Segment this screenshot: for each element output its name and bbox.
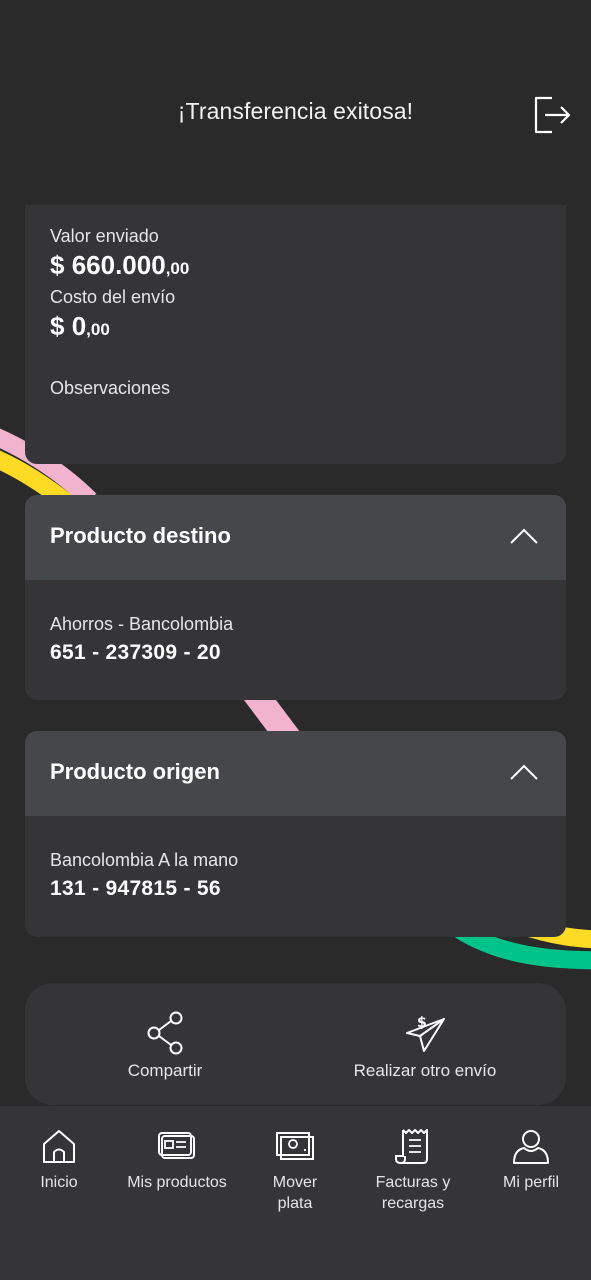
sent-value-label: Valor enviado <box>50 226 159 246</box>
origin-accordion-header[interactable]: Producto origen <box>25 731 566 816</box>
destination-account-type: Ahorros - Bancolombia <box>50 614 234 634</box>
transfer-summary-card: Valor enviado $ 660.000,00 Costo del env… <box>25 205 566 464</box>
chevron-up-icon[interactable] <box>509 761 539 783</box>
destination-accordion-header[interactable]: Producto destino <box>25 495 566 580</box>
share-label: Compartir <box>127 1061 203 1080</box>
header: ¡Transferencia exitosa! <box>0 0 591 205</box>
nav-item-home[interactable]: Inicio <box>0 1106 118 1236</box>
nav-label-products: Mis productos <box>127 1174 227 1191</box>
stripe-middle <box>244 700 300 732</box>
logout-icon[interactable] <box>530 94 572 136</box>
nav-item-products[interactable]: Mis productos <box>118 1106 236 1236</box>
nav-item-profile[interactable]: Mi perfil <box>472 1106 590 1236</box>
destination-title: Producto destino <box>50 523 231 548</box>
profile-icon <box>513 1130 549 1164</box>
nav-item-move-money[interactable]: Mover plata <box>236 1106 354 1236</box>
send-money-icon: $ <box>406 1015 445 1052</box>
destination-product-card: Producto destino Ahorros - Bancolombia 6… <box>25 495 566 700</box>
nav-item-bills[interactable]: Facturas y recargas <box>354 1106 472 1236</box>
notes-label: Observaciones <box>50 378 171 398</box>
svg-text:$: $ <box>417 1015 427 1031</box>
cost-amount: $ 0,00 <box>50 311 110 341</box>
bill-icon <box>395 1129 428 1165</box>
share-icon <box>147 1011 183 1055</box>
nav-label-move-money: Mover plata <box>272 1174 318 1212</box>
nav-label-bills: Facturas y recargas <box>375 1174 451 1212</box>
send-again-label: Realizar otro envío <box>353 1061 497 1080</box>
origin-product-card: Producto origen Bancolombia A la mano 13… <box>25 731 566 937</box>
home-icon <box>43 1130 75 1163</box>
destination-account-number: 651 - 237309 - 20 <box>50 641 221 664</box>
page-title: ¡Transferencia exitosa! <box>177 98 414 124</box>
chevron-up-icon[interactable] <box>509 525 539 547</box>
bottom-navigation: Inicio Mis productos Mover plata Factura… <box>0 1106 591 1280</box>
nav-label-profile: Mi perfil <box>502 1174 559 1191</box>
send-again-button[interactable]: $ Realizar otro envío <box>290 983 560 1105</box>
sent-value-amount: $ 660.000,00 <box>50 250 190 280</box>
card-icon <box>158 1132 195 1159</box>
actions-card: Compartir $ Realizar otro envío <box>25 983 566 1105</box>
origin-account-number: 131 - 947815 - 56 <box>50 877 221 900</box>
share-button[interactable]: Compartir <box>30 983 300 1105</box>
origin-account-type: Bancolombia A la mano <box>50 850 239 870</box>
money-icon <box>276 1132 314 1160</box>
cost-label: Costo del envío <box>50 287 176 307</box>
origin-title: Producto origen <box>50 759 220 784</box>
nav-label-home: Inicio <box>40 1174 78 1191</box>
